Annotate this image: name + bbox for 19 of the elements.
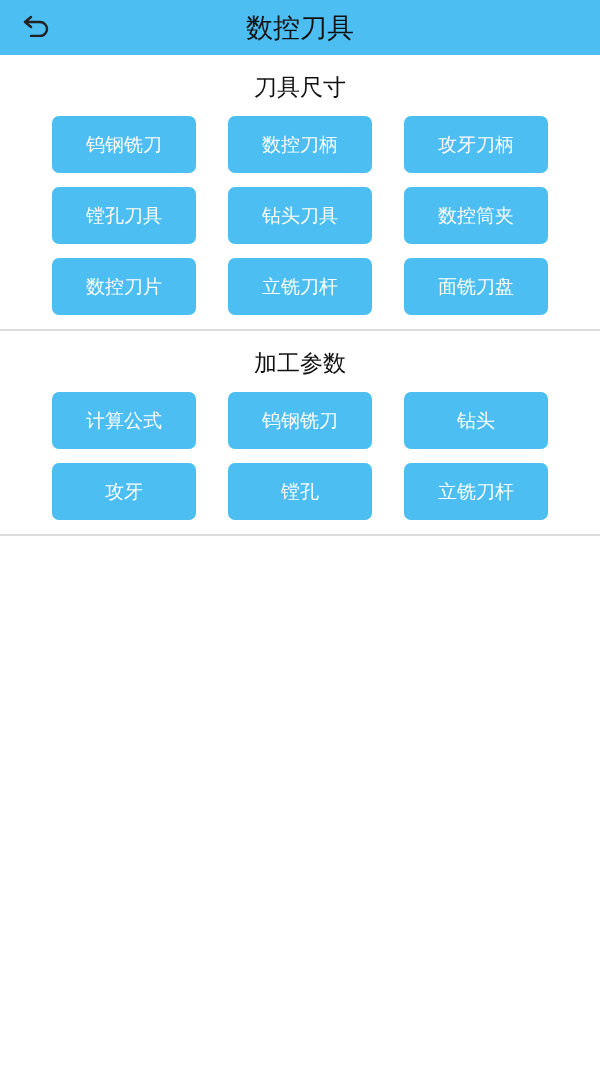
- tool-button[interactable]: 计算公式: [52, 392, 196, 449]
- tool-button[interactable]: 钨钢铣刀: [52, 116, 196, 173]
- tool-button[interactable]: 钨钢铣刀: [228, 392, 372, 449]
- section-title: 加工参数: [253, 349, 347, 378]
- tool-button[interactable]: 钻头: [404, 392, 548, 449]
- tool-button[interactable]: 立铣刀杆: [404, 463, 548, 520]
- tool-button[interactable]: 立铣刀杆: [228, 258, 372, 315]
- tool-button[interactable]: 攻牙: [52, 463, 196, 520]
- back-icon[interactable]: [23, 15, 49, 37]
- tool-button[interactable]: 镗孔刀具: [52, 187, 196, 244]
- tool-button[interactable]: 数控筒夹: [404, 187, 548, 244]
- section-title: 刀具尺寸: [253, 73, 347, 102]
- page-title: 数控刀具: [246, 10, 354, 45]
- tool-button[interactable]: 面铣刀盘: [404, 258, 548, 315]
- tool-button[interactable]: 镗孔: [228, 463, 372, 520]
- tool-button[interactable]: 数控刀柄: [228, 116, 372, 173]
- tool-button[interactable]: 攻牙刀柄: [404, 116, 548, 173]
- tool-button[interactable]: 钻头刀具: [228, 187, 372, 244]
- tool-button[interactable]: 数控刀片: [52, 258, 196, 315]
